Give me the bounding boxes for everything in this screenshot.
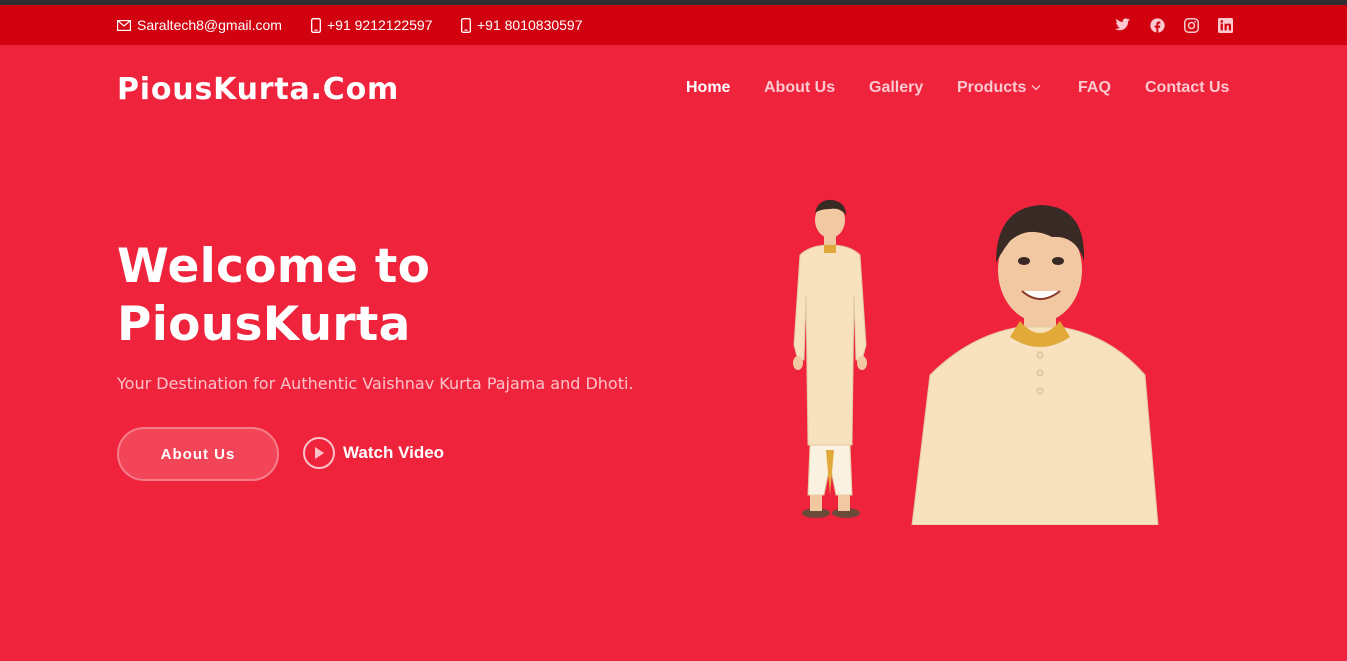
- phone-icon: [461, 17, 471, 33]
- email-text: Saraltech8@gmail.com: [137, 17, 282, 33]
- phone-contact-1[interactable]: +91 9212122597: [311, 16, 433, 34]
- hero-title: Welcome to PiousKurta: [117, 239, 431, 352]
- envelope-icon: [117, 19, 131, 31]
- instagram-icon[interactable]: [1182, 16, 1200, 34]
- nav-item-products[interactable]: Products: [957, 79, 1041, 97]
- social-links: [1114, 16, 1234, 34]
- top-contact-bar: Saraltech8@gmail.com +91 9212122597 +91 …: [0, 5, 1347, 45]
- about-us-button[interactable]: About Us: [117, 427, 279, 481]
- nav-item-faq[interactable]: FAQ: [1078, 79, 1111, 97]
- site-logo[interactable]: PiousKurta.Com: [117, 72, 399, 107]
- nav-item-gallery[interactable]: Gallery: [869, 79, 923, 97]
- standing-man-figure: [793, 199, 867, 518]
- phone-contact-2[interactable]: +91 8010830597: [461, 16, 583, 34]
- phone-text-2: +91 8010830597: [477, 17, 583, 33]
- watch-video-label: Watch Video: [343, 443, 445, 462]
- nav-item-about-us[interactable]: About Us: [764, 79, 835, 97]
- facebook-icon[interactable]: [1148, 16, 1166, 34]
- watch-video-button[interactable]: Watch Video: [303, 437, 444, 469]
- chevron-down-icon: [1031, 85, 1041, 91]
- smiling-man-figure: [911, 205, 1159, 525]
- nav-item-contact-us[interactable]: Contact Us: [1145, 79, 1229, 97]
- nav-item-products-label: Products: [957, 79, 1027, 96]
- linkedin-icon[interactable]: [1216, 16, 1234, 34]
- play-icon: [303, 437, 335, 469]
- nav-item-home[interactable]: Home: [686, 79, 730, 97]
- phone-icon: [311, 17, 321, 33]
- twitter-icon[interactable]: [1114, 16, 1132, 34]
- hero-subtitle: Your Destination for Authentic Vaishnav …: [117, 374, 634, 393]
- phone-text-1: +91 9212122597: [327, 17, 433, 33]
- email-contact[interactable]: Saraltech8@gmail.com: [117, 16, 282, 34]
- kurta-men-illustration: [793, 199, 1159, 525]
